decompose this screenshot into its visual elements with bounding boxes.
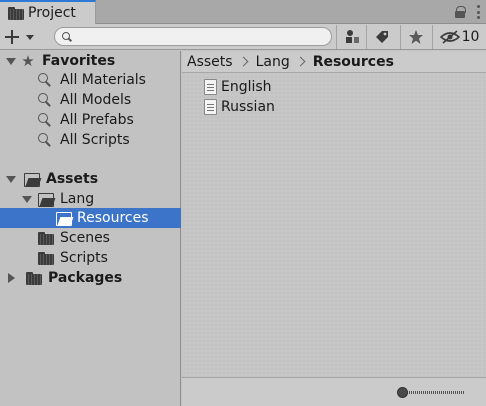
eye-hidden-icon bbox=[439, 30, 460, 44]
chevron-right-icon bbox=[295, 56, 306, 67]
tree-item-all-prefabs[interactable]: All Prefabs bbox=[0, 110, 181, 130]
create-button[interactable] bbox=[4, 27, 50, 47]
label-tag-icon bbox=[375, 31, 388, 43]
tree-item-label: Packages bbox=[48, 270, 123, 286]
hidden-packages-toggle[interactable]: 10 bbox=[432, 25, 486, 49]
asset-list-panel: Assets Lang Resources English Russian bbox=[182, 51, 486, 406]
folder-icon bbox=[8, 6, 24, 20]
more-options-icon[interactable] bbox=[476, 5, 480, 19]
search-icon bbox=[37, 132, 53, 148]
star-icon: ★ bbox=[21, 51, 35, 70]
type-filter-icon bbox=[345, 30, 359, 43]
folder-open-icon bbox=[56, 211, 73, 226]
folder-icon bbox=[38, 231, 54, 245]
tree-item-label: Scenes bbox=[60, 230, 110, 246]
tree-item-scenes[interactable]: Scenes bbox=[0, 228, 181, 248]
search-input[interactable] bbox=[76, 29, 331, 44]
tab-label: Project bbox=[28, 5, 76, 21]
tree-item-label: Resources bbox=[77, 210, 149, 226]
slider-track bbox=[399, 391, 465, 394]
folder-icon bbox=[38, 251, 54, 265]
foldout-open-icon[interactable] bbox=[6, 175, 16, 183]
list-item-english[interactable]: English bbox=[204, 77, 272, 97]
tree-item-resources[interactable]: Resources bbox=[0, 208, 181, 228]
search-icon bbox=[37, 92, 53, 108]
plus-icon bbox=[4, 29, 20, 45]
star-icon bbox=[408, 30, 423, 44]
toolbar: 10 bbox=[0, 24, 486, 50]
tree-item-assets[interactable]: Assets bbox=[0, 169, 181, 189]
tree-item-all-materials[interactable]: All Materials bbox=[0, 70, 181, 90]
tab-actions bbox=[454, 2, 480, 22]
search-icon bbox=[37, 112, 53, 128]
foldout-closed-icon[interactable] bbox=[8, 273, 15, 283]
hidden-packages-count: 10 bbox=[461, 29, 480, 45]
save-search-button[interactable] bbox=[400, 25, 430, 49]
list-item-russian[interactable]: Russian bbox=[204, 97, 275, 117]
chevron-right-icon bbox=[238, 56, 249, 67]
folder-open-icon bbox=[38, 192, 55, 207]
text-file-icon bbox=[204, 79, 217, 95]
tab-strip: Project bbox=[0, 0, 486, 24]
text-file-icon bbox=[204, 99, 217, 115]
tree-item-label: Favorites bbox=[42, 53, 116, 69]
breadcrumb-item-lang[interactable]: Lang bbox=[256, 54, 290, 70]
status-bar bbox=[182, 377, 486, 406]
slider-thumb[interactable] bbox=[397, 387, 408, 398]
search-by-type-button[interactable] bbox=[336, 25, 366, 49]
breadcrumb-item-assets[interactable]: Assets bbox=[187, 54, 233, 70]
tab-project[interactable]: Project bbox=[0, 0, 96, 24]
lock-icon[interactable] bbox=[454, 6, 466, 18]
folder-tree: ★ Favorites All Materials All Models All… bbox=[0, 51, 181, 406]
tree-item-label: All Prefabs bbox=[60, 112, 134, 128]
foldout-open-icon[interactable] bbox=[6, 57, 16, 65]
search-field[interactable] bbox=[54, 27, 332, 46]
folder-icon bbox=[26, 271, 42, 285]
tree-item-label: Assets bbox=[46, 171, 99, 187]
breadcrumb-item-resources[interactable]: Resources bbox=[313, 54, 394, 70]
tree-item-label: All Materials bbox=[60, 72, 146, 88]
search-icon bbox=[37, 72, 53, 88]
tree-item-packages[interactable]: Packages bbox=[0, 268, 181, 288]
tree-item-label: Scripts bbox=[60, 250, 108, 266]
tree-item-scripts[interactable]: Scripts bbox=[0, 248, 181, 268]
file-name: Russian bbox=[221, 99, 275, 115]
tree-item-favorites[interactable]: ★ Favorites bbox=[0, 51, 181, 71]
foldout-open-icon[interactable] bbox=[22, 195, 32, 203]
file-name: English bbox=[221, 79, 272, 95]
tree-item-all-models[interactable]: All Models bbox=[0, 90, 181, 110]
tree-item-label: All Scripts bbox=[60, 132, 130, 148]
icon-size-slider[interactable] bbox=[397, 387, 467, 398]
tree-item-label: Lang bbox=[60, 191, 95, 207]
search-by-label-button[interactable] bbox=[366, 25, 396, 49]
tree-item-label: All Models bbox=[60, 92, 132, 108]
folder-open-icon bbox=[24, 172, 41, 187]
breadcrumb: Assets Lang Resources bbox=[182, 51, 486, 73]
chevron-down-icon bbox=[26, 34, 34, 40]
search-icon bbox=[62, 31, 72, 42]
tree-item-all-scripts[interactable]: All Scripts bbox=[0, 130, 181, 150]
tree-item-lang[interactable]: Lang bbox=[0, 189, 181, 209]
